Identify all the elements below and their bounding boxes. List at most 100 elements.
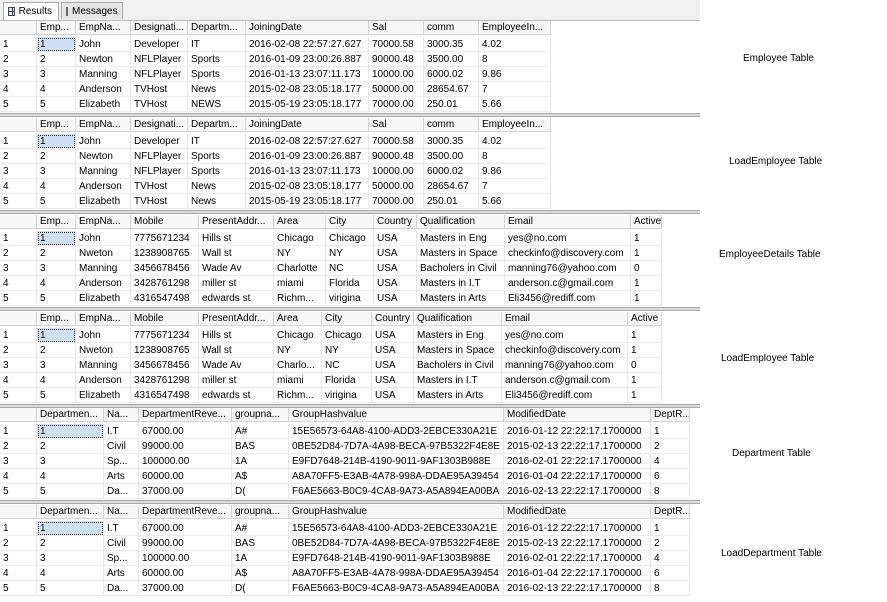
table-cell[interactable]: 4	[37, 82, 76, 97]
table-cell[interactable]: News	[188, 179, 246, 194]
table-cell[interactable]: F6AE5663-B0C9-4CA8-9A73-A5A894EA00BA	[289, 581, 504, 596]
table-cell[interactable]: Masters in I.T	[417, 276, 505, 291]
table-cell[interactable]: 3	[37, 164, 76, 179]
table-cell[interactable]: anderson.c@gmail.com	[502, 373, 628, 388]
table-cell[interactable]: A8A70FF5-E3AB-4A78-998A-DDAE95A39454	[289, 469, 504, 484]
column-header[interactable]: Designati...	[131, 21, 188, 35]
table-cell[interactable]: 70000.00	[369, 97, 424, 112]
column-header[interactable]: Sal	[369, 21, 424, 35]
table-cell[interactable]: manning76@yahoo.com	[505, 261, 631, 276]
table-cell[interactable]: 2	[651, 536, 690, 551]
table-cell[interactable]: 8	[651, 581, 690, 596]
table-cell[interactable]: 4	[37, 276, 76, 291]
table-cell[interactable]: 7	[479, 179, 551, 194]
column-header[interactable]: Na...	[104, 408, 139, 422]
table-cell[interactable]: 1	[628, 388, 662, 403]
table-cell[interactable]: Eli3456@rediff.com	[505, 291, 631, 306]
table-cell[interactable]: 5	[37, 194, 76, 209]
row-number-header[interactable]	[0, 312, 37, 326]
table-cell[interactable]: 6	[651, 566, 690, 581]
column-header[interactable]: Country	[374, 215, 417, 229]
table-cell[interactable]: Manning	[76, 358, 131, 373]
row-number-header[interactable]	[0, 505, 37, 519]
table-cell[interactable]: F6AE5663-B0C9-4CA8-9A73-A5A894EA00BA	[289, 484, 504, 499]
row-number[interactable]: 2	[0, 246, 37, 261]
table-cell[interactable]: Richm...	[274, 291, 326, 306]
table-cell[interactable]: 1A	[232, 454, 289, 469]
column-header[interactable]: ModifiedDate	[504, 505, 651, 519]
column-header[interactable]: Country	[372, 312, 414, 326]
table-cell[interactable]: Hills st	[199, 231, 274, 246]
table-row[interactable]: 5 5 Da... 37000.00 D(F6AE5663-B0C9-4CA8-9A73…	[0, 484, 700, 499]
table-cell[interactable]: Chicago	[326, 231, 374, 246]
table-cell[interactable]: 3456678456	[131, 261, 199, 276]
column-header[interactable]: Departmen...	[37, 408, 104, 422]
table-cell[interactable]: NFLPlayer	[131, 67, 188, 82]
table-cell[interactable]: checkinfo@discovery.com	[502, 343, 628, 358]
table-cell[interactable]: Elizabeth	[76, 291, 131, 306]
table-row[interactable]: 2 2 Nweton 1238908765 Wall st NY NY USA Masters …	[0, 343, 700, 358]
row-number[interactable]: 1	[0, 328, 37, 343]
table-cell[interactable]: 4	[37, 469, 104, 484]
column-header[interactable]: Departmen...	[37, 505, 104, 519]
table-cell[interactable]: 1	[631, 231, 662, 246]
column-header[interactable]: PresentAddr...	[199, 215, 274, 229]
table-cell[interactable]: 2016-02-13 22:22:17.1700000	[504, 484, 651, 499]
column-header[interactable]: Emp...	[37, 21, 76, 35]
table-row[interactable]: 2 2 Civil 99000.00 BAS 0BE52D84-7D7A-4A98-BEC…	[0, 439, 700, 454]
row-number[interactable]: 3	[0, 67, 37, 82]
table-cell[interactable]: Masters in Eng	[417, 231, 505, 246]
table-cell[interactable]: 2	[37, 343, 76, 358]
column-header[interactable]: Sal	[369, 118, 424, 132]
table-cell[interactable]: 37000.00	[139, 581, 232, 596]
table-cell[interactable]: NFLPlayer	[131, 164, 188, 179]
table-cell[interactable]: checkinfo@discovery.com	[505, 246, 631, 261]
table-cell[interactable]: Chicago	[274, 231, 326, 246]
column-header[interactable]: Departm...	[188, 21, 246, 35]
table-cell[interactable]: 4	[651, 551, 690, 566]
table-cell[interactable]: 9.86	[479, 67, 551, 82]
table-cell[interactable]: Arts	[104, 566, 139, 581]
table-cell[interactable]: 3	[37, 261, 76, 276]
table-cell[interactable]: edwards st	[199, 388, 274, 403]
table-cell[interactable]: 2016-01-09 23:00:26.887	[246, 52, 369, 67]
row-number-header[interactable]	[0, 408, 37, 422]
column-header[interactable]: Emp...	[37, 215, 76, 229]
column-header[interactable]: Area	[274, 312, 322, 326]
column-header[interactable]: City	[322, 312, 372, 326]
table-cell[interactable]: NY	[274, 343, 322, 358]
table-cell[interactable]: Civil	[104, 536, 139, 551]
table-row[interactable]: 3 3 Manning 3456678456 Wade Av Charlotte NC USA…	[0, 261, 700, 276]
table-cell[interactable]: Sports	[188, 149, 246, 164]
table-row[interactable]: 3 3 Sp... 100000.00 1A E9FD7648-214B-4190-901…	[0, 454, 700, 469]
table-cell[interactable]: Sports	[188, 67, 246, 82]
column-header[interactable]: GroupHashvalue	[289, 408, 504, 422]
table-cell[interactable]: 6000.02	[424, 67, 479, 82]
table-cell[interactable]: NY	[326, 246, 374, 261]
table-cell[interactable]: USA	[372, 343, 414, 358]
tab-messages[interactable]: Messages	[61, 2, 123, 19]
column-header[interactable]: Active	[628, 312, 662, 326]
table-cell[interactable]: Da...	[104, 484, 139, 499]
table-cell[interactable]: Masters in Arts	[414, 388, 502, 403]
table-cell[interactable]: D(	[232, 484, 289, 499]
table-row[interactable]: 3 3 Manning 3456678456 Wade Av Charlo... NC USA…	[0, 358, 700, 373]
table-cell[interactable]: Eli3456@rediff.com	[502, 388, 628, 403]
column-header[interactable]: groupna...	[232, 505, 289, 519]
table-cell[interactable]: miller st	[199, 373, 274, 388]
table-cell[interactable]: Elizabeth	[76, 388, 131, 403]
table-cell[interactable]: TVHost	[131, 179, 188, 194]
table-cell[interactable]: NC	[326, 261, 374, 276]
table-cell[interactable]: 1	[631, 291, 662, 306]
table-cell[interactable]: 2016-01-04 22:22:17.1700000	[504, 566, 651, 581]
table-cell[interactable]: 1	[37, 37, 76, 52]
column-header[interactable]: Mobile	[131, 312, 199, 326]
table-cell[interactable]: Florida	[326, 276, 374, 291]
table-cell[interactable]: Chicago	[322, 328, 372, 343]
table-cell[interactable]: Nweton	[76, 343, 131, 358]
table-cell[interactable]: 15E56573-64A8-4100-ADD3-2EBCE330A21E	[289, 424, 504, 439]
table-cell[interactable]: 2016-01-09 23:00:26.887	[246, 149, 369, 164]
column-header[interactable]: EmpNa...	[76, 118, 131, 132]
table-cell[interactable]: 3500.00	[424, 149, 479, 164]
table-cell[interactable]: BAS	[232, 439, 289, 454]
